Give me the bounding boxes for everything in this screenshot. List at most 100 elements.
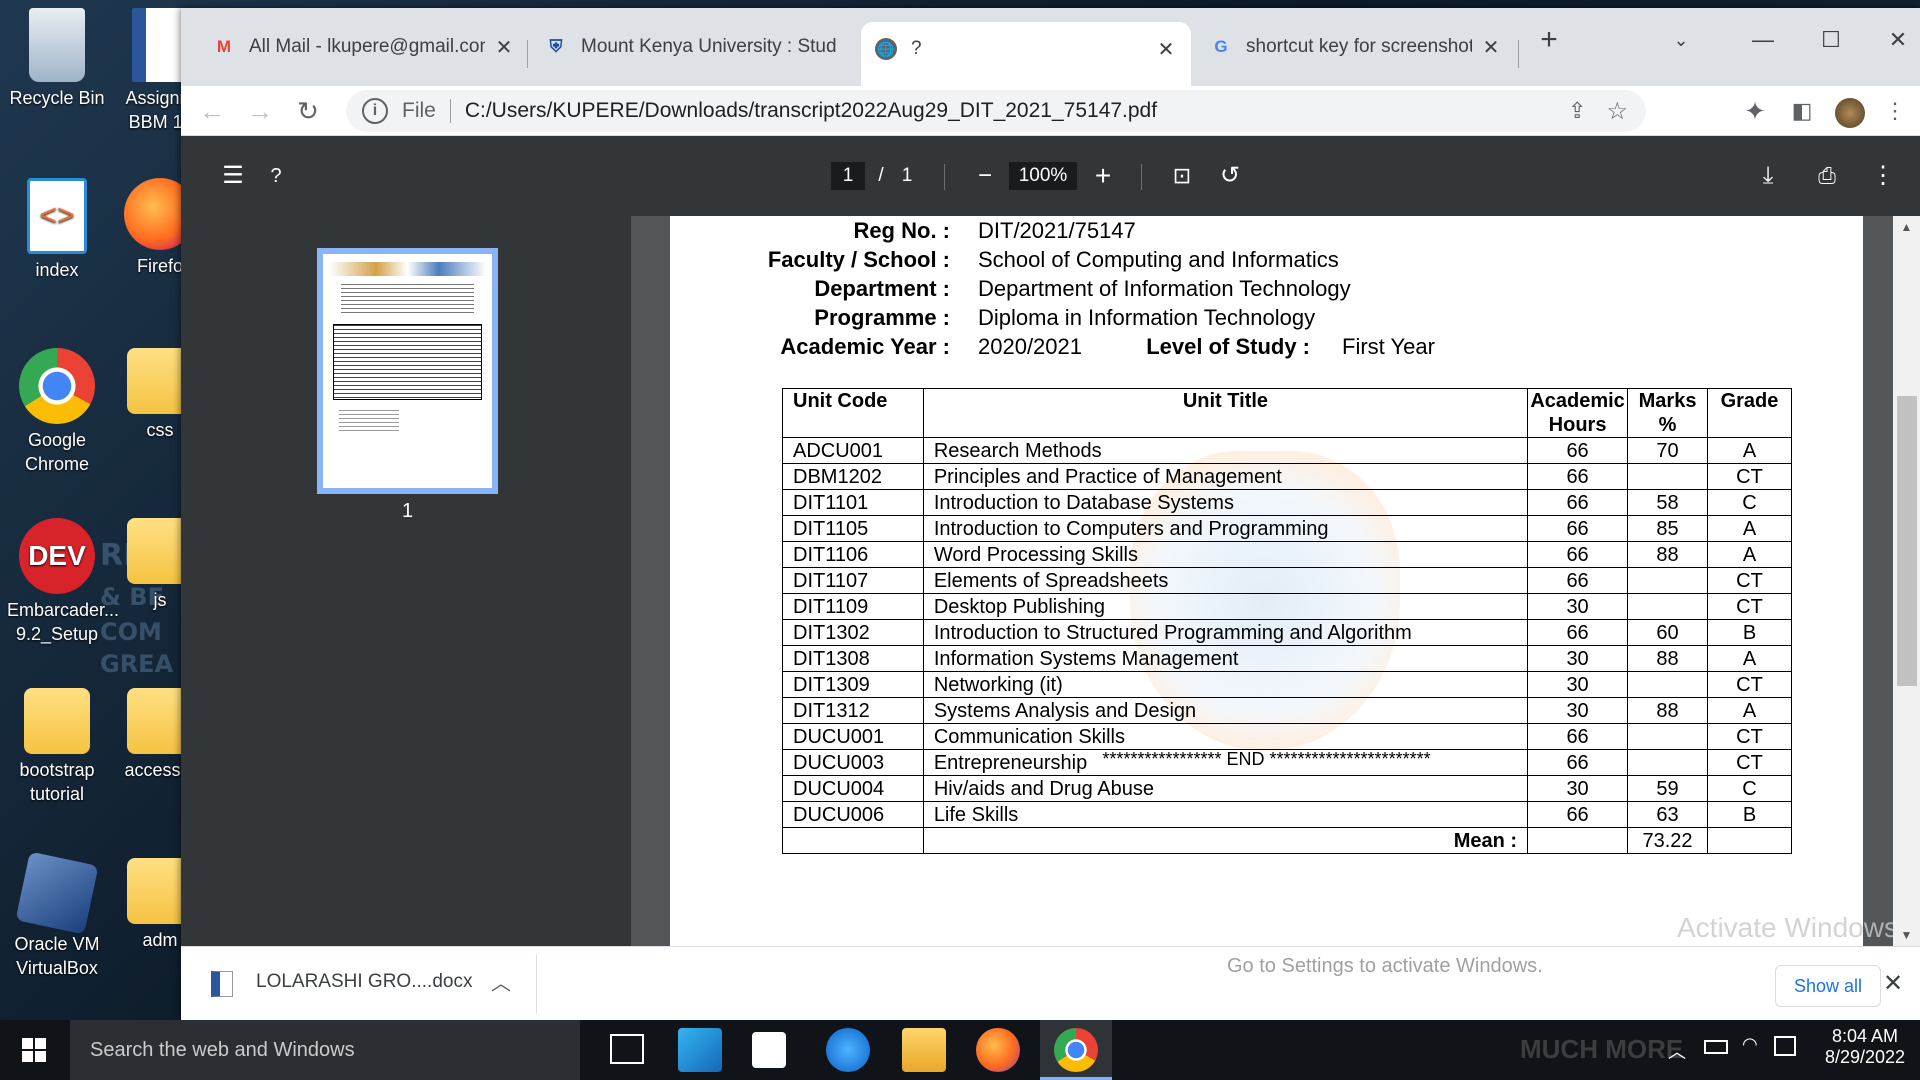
bookmark-star-icon[interactable]: ☆ xyxy=(1606,97,1628,126)
vertical-scrollbar[interactable]: ▲ ▼ xyxy=(1893,216,1920,946)
edge-icon[interactable] xyxy=(826,1028,870,1072)
grade-cell: CT xyxy=(1707,463,1792,490)
table-row: DIT1105 Introduction to Computers and Pro… xyxy=(782,515,1792,542)
tab-google-search[interactable]: G shortcut key for screenshot in ✕ xyxy=(1196,21,1516,73)
chrome-taskbar-button[interactable] xyxy=(1040,1020,1112,1080)
desktop-icon-chrome[interactable]: Google Chrome xyxy=(7,348,107,476)
download-filename[interactable]: LOLARASHI GRO....docx xyxy=(256,971,472,993)
department-value: Department of Information Technology xyxy=(978,276,1351,301)
toolbar-divider xyxy=(944,164,945,190)
wallpaper-text-3: COM xyxy=(100,618,162,646)
marks-cell: 59 xyxy=(1627,775,1708,802)
minimize-button[interactable]: — xyxy=(1743,20,1783,60)
page-number-input[interactable]: 1 xyxy=(831,162,865,190)
task-view-icon[interactable] xyxy=(610,1034,644,1064)
menu-icon[interactable]: ☰ xyxy=(215,156,251,196)
fit-page-icon[interactable]: ⊡ xyxy=(1163,156,1201,196)
level-label: Level of Study : xyxy=(1146,334,1310,359)
tab-divider xyxy=(527,40,528,68)
grade-cell: A xyxy=(1707,515,1792,542)
scroll-up-icon[interactable]: ▲ xyxy=(1893,220,1920,234)
file-explorer-icon[interactable] xyxy=(902,1028,946,1072)
more-actions-icon[interactable]: ⋮ xyxy=(1871,156,1895,196)
close-download-bar-icon[interactable]: ✕ xyxy=(1883,969,1903,998)
desktop-icon-index[interactable]: <> index xyxy=(7,178,107,282)
table-header-row: Unit Code Unit Title Academic Hours Marks… xyxy=(782,388,1792,438)
tab-divider xyxy=(1518,40,1519,68)
desktop-icon-virtualbox[interactable]: Oracle VM VirtualBox xyxy=(7,851,107,980)
hours-cell: 66 xyxy=(1527,515,1629,542)
unit-title-cell: Introduction to Computers and Programmin… xyxy=(922,515,1529,542)
zoom-in-icon[interactable]: + xyxy=(1085,156,1121,196)
wifi-icon[interactable]: ◠ xyxy=(1742,1034,1758,1055)
tab-title: shortcut key for screenshot in xyxy=(1246,36,1472,57)
profile-avatar[interactable] xyxy=(1831,92,1869,130)
download-icon[interactable]: ⤓ xyxy=(1749,156,1787,196)
notification-icon[interactable] xyxy=(1774,1036,1796,1056)
print-icon[interactable]: ⎙ xyxy=(1808,156,1846,196)
code-file-icon: <> xyxy=(27,178,87,254)
maximize-button[interactable]: ☐ xyxy=(1811,20,1851,60)
table-row: DUCU004 Hiv/aids and Drug Abuse 30 59 C xyxy=(782,775,1792,802)
tab-gmail[interactable]: M All Mail - lkupere@gmail.com ✕ xyxy=(199,21,529,73)
firefox-taskbar-icon[interactable] xyxy=(976,1028,1020,1072)
zoom-level-input[interactable]: 100% xyxy=(1009,162,1077,190)
new-tab-button[interactable]: + xyxy=(1529,20,1569,60)
word-doc-icon xyxy=(132,8,188,82)
vscode-icon[interactable] xyxy=(678,1028,722,1072)
marks-cell: 88 xyxy=(1627,645,1708,672)
table-row: ADCU001 Research Methods 66 70 A xyxy=(782,437,1792,464)
table-row: DIT1302 Introduction to Structured Progra… xyxy=(782,619,1792,646)
info-icon[interactable]: i xyxy=(362,98,388,124)
zoom-out-icon[interactable]: − xyxy=(967,156,1003,196)
thumbnail-page-label: 1 xyxy=(401,500,414,522)
windows-start-icon[interactable] xyxy=(22,1038,46,1062)
close-tab-icon[interactable]: ✕ xyxy=(1480,35,1502,60)
desktop-icon-bootstrap[interactable]: bootstrap tutorial xyxy=(7,688,107,806)
close-tab-icon[interactable]: ✕ xyxy=(1155,37,1177,62)
forward-icon[interactable]: → xyxy=(241,92,279,130)
desktop-icon-embarcadero[interactable]: DEV Embarcader... 9.2_Setup xyxy=(7,518,119,646)
tab-search-icon[interactable]: ⌄ xyxy=(1661,20,1701,60)
chevron-up-icon[interactable]: ︿ xyxy=(491,967,511,996)
extensions-icon[interactable]: ✦ xyxy=(1736,92,1774,130)
results-table: Unit Code Unit Title Academic Hours Marks… xyxy=(782,388,1792,854)
back-icon[interactable]: ← xyxy=(193,92,231,130)
side-panel-icon[interactable]: ◧ xyxy=(1783,92,1821,130)
desktop-icon-recycle-bin[interactable]: Recycle Bin xyxy=(7,8,107,110)
close-window-button[interactable]: ✕ xyxy=(1878,20,1918,60)
grade-cell: CT xyxy=(1707,593,1792,620)
mean-value: 73.22 xyxy=(1627,827,1708,854)
unit-code-cell: DUCU001 xyxy=(782,723,924,750)
table-row: DIT1107 Elements of Spreadsheets 66 CT xyxy=(782,567,1792,594)
close-tab-icon[interactable]: ✕ xyxy=(493,35,515,60)
page-thumbnail[interactable] xyxy=(317,248,498,494)
tray-chevron-icon[interactable]: ︿ xyxy=(1668,1038,1686,1064)
unit-title-cell: Introduction to Database Systems xyxy=(922,489,1529,516)
taskbar-search-box[interactable]: Search the web and Windows xyxy=(70,1020,580,1080)
clock[interactable]: 8:04 AM 8/29/2022 xyxy=(1820,1026,1910,1068)
taskbar: Search the web and Windows MUCH MORE ︿ ◠… xyxy=(0,1020,1920,1080)
scrollbar-thumb[interactable] xyxy=(1897,396,1917,686)
address-url[interactable]: C:/Users/KUPERE/Downloads/transcript2022… xyxy=(465,99,1157,123)
address-bar[interactable]: i File C:/Users/KUPERE/Downloads/transcr… xyxy=(346,90,1646,132)
hours-cell: 66 xyxy=(1527,437,1629,464)
address-divider xyxy=(449,99,451,123)
chrome-icon xyxy=(1054,1028,1098,1072)
chrome-menu-icon[interactable]: ⋮ xyxy=(1876,92,1914,130)
marks-cell xyxy=(1627,671,1708,698)
show-all-button[interactable]: Show all xyxy=(1775,965,1882,1007)
toolbar-divider xyxy=(1141,164,1142,190)
tab-pdf-active[interactable]: 🌐 ? ✕ xyxy=(861,22,1191,86)
virtualbox-icon xyxy=(15,851,99,935)
share-icon[interactable]: ⇪ xyxy=(1568,98,1586,124)
pdf-viewer[interactable]: Reg No. : DIT/2021/75147 Faculty / Schoo… xyxy=(631,216,1920,946)
hours-cell: 66 xyxy=(1527,567,1629,594)
scroll-down-icon[interactable]: ▼ xyxy=(1893,928,1920,942)
tab-title: All Mail - lkupere@gmail.com xyxy=(249,36,485,57)
store-icon[interactable] xyxy=(752,1032,786,1068)
gmail-icon: M xyxy=(216,37,232,56)
rotate-icon[interactable]: ↺ xyxy=(1211,156,1249,196)
reload-icon[interactable]: ↻ xyxy=(289,92,327,130)
battery-icon[interactable] xyxy=(1704,1040,1728,1054)
